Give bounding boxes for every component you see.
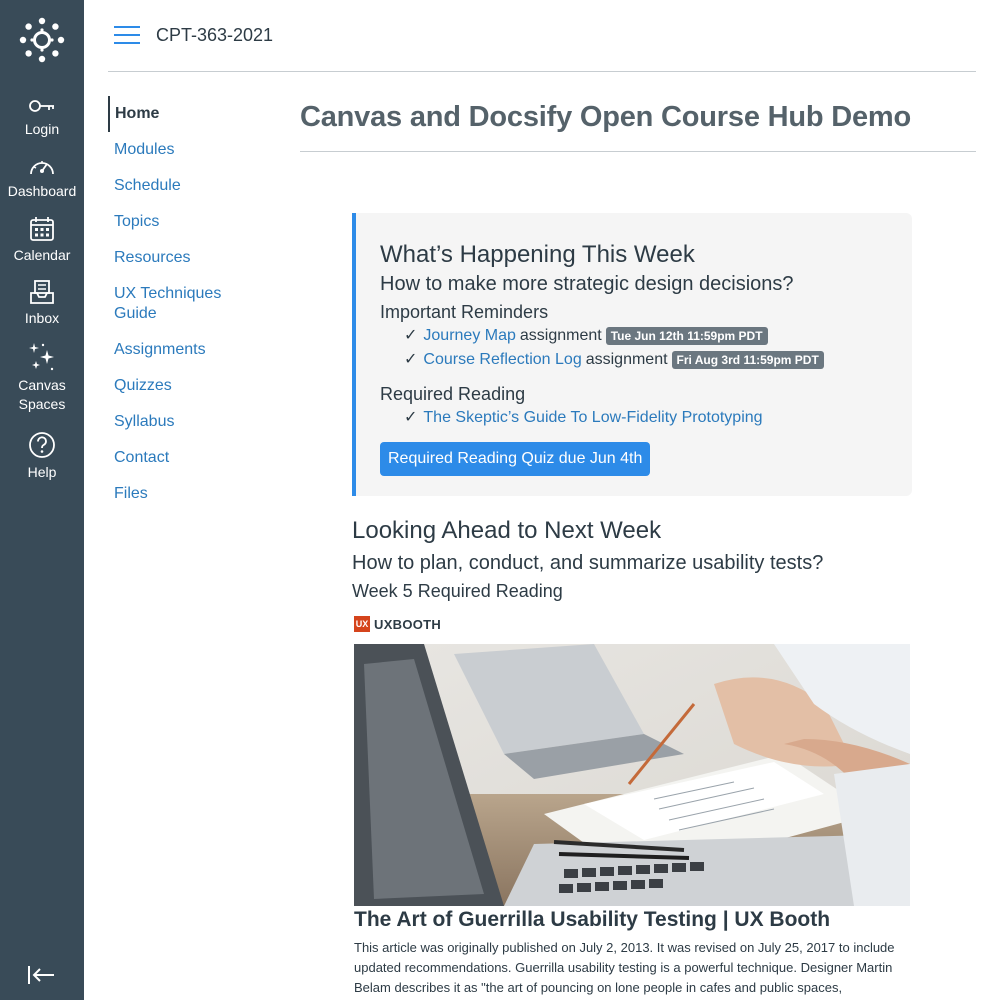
reading-quiz-button[interactable]: Required Reading Quiz due Jun 4th — [380, 442, 651, 476]
global-nav-inbox[interactable]: Inbox — [0, 279, 84, 328]
course-nav-home[interactable]: Home — [108, 96, 268, 132]
course-nav-files[interactable]: Files — [108, 484, 268, 504]
global-nav-canvas-spaces[interactable]: Canvas Spaces — [0, 342, 84, 414]
uxbooth-logo-icon: UX — [354, 616, 370, 632]
reminder-item: ✓ Journey Map assignment Tue Jun 12th 11… — [404, 324, 912, 348]
page-title: Canvas and Docsify Open Course Hub Demo — [300, 101, 911, 133]
required-reading-heading: Required Reading — [380, 384, 526, 404]
global-nav-login[interactable]: Login — [0, 96, 84, 139]
global-nav-label: Login — [24, 121, 60, 137]
reading-item: ✓ The Skeptic’s Guide To Low-Fidelity Pr… — [404, 406, 912, 430]
course-nav-resources[interactable]: Resources — [108, 248, 268, 268]
course-nav-modules[interactable]: Modules — [108, 140, 268, 160]
global-nav-help[interactable]: Help — [0, 431, 84, 482]
global-nav-label: Calendar — [13, 247, 71, 263]
source-name: UXBOOTH — [374, 616, 442, 632]
skeptics-guide-link[interactable]: The Skeptic’s Guide To Low-Fidelity Prot… — [423, 406, 762, 430]
article-preview-image[interactable] — [354, 644, 910, 906]
laptop-desk-photo — [354, 644, 910, 906]
article-source: UX UXBOOTH — [354, 616, 441, 632]
reminders-heading: Important Reminders — [380, 302, 549, 322]
key-icon — [29, 100, 54, 112]
this-week-heading: What’s Happening This Week — [380, 241, 695, 268]
course-reflection-log-link[interactable]: Course Reflection Log — [423, 348, 581, 372]
next-week-section: Looking Ahead to Next Week How to plan, … — [352, 514, 952, 603]
title-divider — [300, 151, 976, 152]
next-week-heading: Looking Ahead to Next Week — [352, 517, 662, 544]
week5-reading-heading: Week 5 Required Reading — [352, 581, 563, 601]
course-nav-topics[interactable]: Topics — [108, 212, 268, 232]
collapse-arrow-icon[interactable] — [26, 962, 58, 988]
checkmark-icon: ✓ — [404, 327, 418, 344]
help-icon — [29, 432, 55, 458]
global-nav-label: Dashboard — [7, 183, 77, 199]
course-navigation: Home Modules Schedule Topics Resources U… — [108, 96, 268, 520]
this-week-callout: What’s Happening This Week How to make m… — [352, 213, 912, 496]
dashboard-gauge-icon — [30, 161, 54, 175]
global-nav-dashboard[interactable]: Dashboard — [0, 156, 84, 201]
due-date-badge: Fri Aug 3rd 11:59pm PDT — [671, 351, 824, 369]
breadcrumb-course-code[interactable]: CPT-363-2021 — [156, 25, 273, 46]
canvas-logo-icon[interactable] — [19, 17, 65, 63]
due-date-badge: Tue Jun 12th 11:59pm PDT — [605, 327, 768, 345]
reminder-item: ✓ Course Reflection Log assignment Fri A… — [404, 348, 912, 372]
course-nav-syllabus[interactable]: Syllabus — [108, 412, 268, 432]
article-title-link[interactable]: The Art of Guerrilla Usability Testing |… — [354, 908, 830, 932]
this-week-question: How to make more strategic design decisi… — [380, 273, 794, 295]
checkmark-icon: ✓ — [404, 409, 418, 426]
course-nav-ux-techniques-guide[interactable]: UX Techniques Guide — [108, 284, 268, 324]
reminder-type: assignment — [519, 327, 602, 344]
journey-map-link[interactable]: Journey Map — [423, 324, 516, 348]
global-nav-calendar[interactable]: Calendar — [0, 216, 84, 265]
course-nav-schedule[interactable]: Schedule — [108, 176, 268, 196]
course-nav-contact[interactable]: Contact — [108, 448, 268, 468]
checkmark-icon: ✓ — [404, 351, 418, 368]
inbox-icon — [30, 280, 54, 304]
global-nav-label: Canvas Spaces — [18, 377, 66, 412]
hamburger-icon[interactable] — [114, 26, 140, 46]
calendar-icon — [30, 217, 54, 241]
next-week-question: How to plan, conduct, and summarize usab… — [352, 552, 824, 574]
article-description: This article was originally published on… — [354, 940, 895, 995]
global-nav-label: Inbox — [24, 310, 60, 326]
reminder-type: assignment — [585, 351, 668, 368]
sparkles-icon — [29, 343, 54, 371]
course-nav-quizzes[interactable]: Quizzes — [108, 376, 268, 396]
course-header: CPT-363-2021 — [108, 0, 976, 72]
global-navigation: Login Dashboard Calendar Inbox Canvas Sp… — [0, 0, 84, 1000]
global-nav-label: Help — [27, 464, 57, 480]
course-nav-assignments[interactable]: Assignments — [108, 340, 268, 360]
